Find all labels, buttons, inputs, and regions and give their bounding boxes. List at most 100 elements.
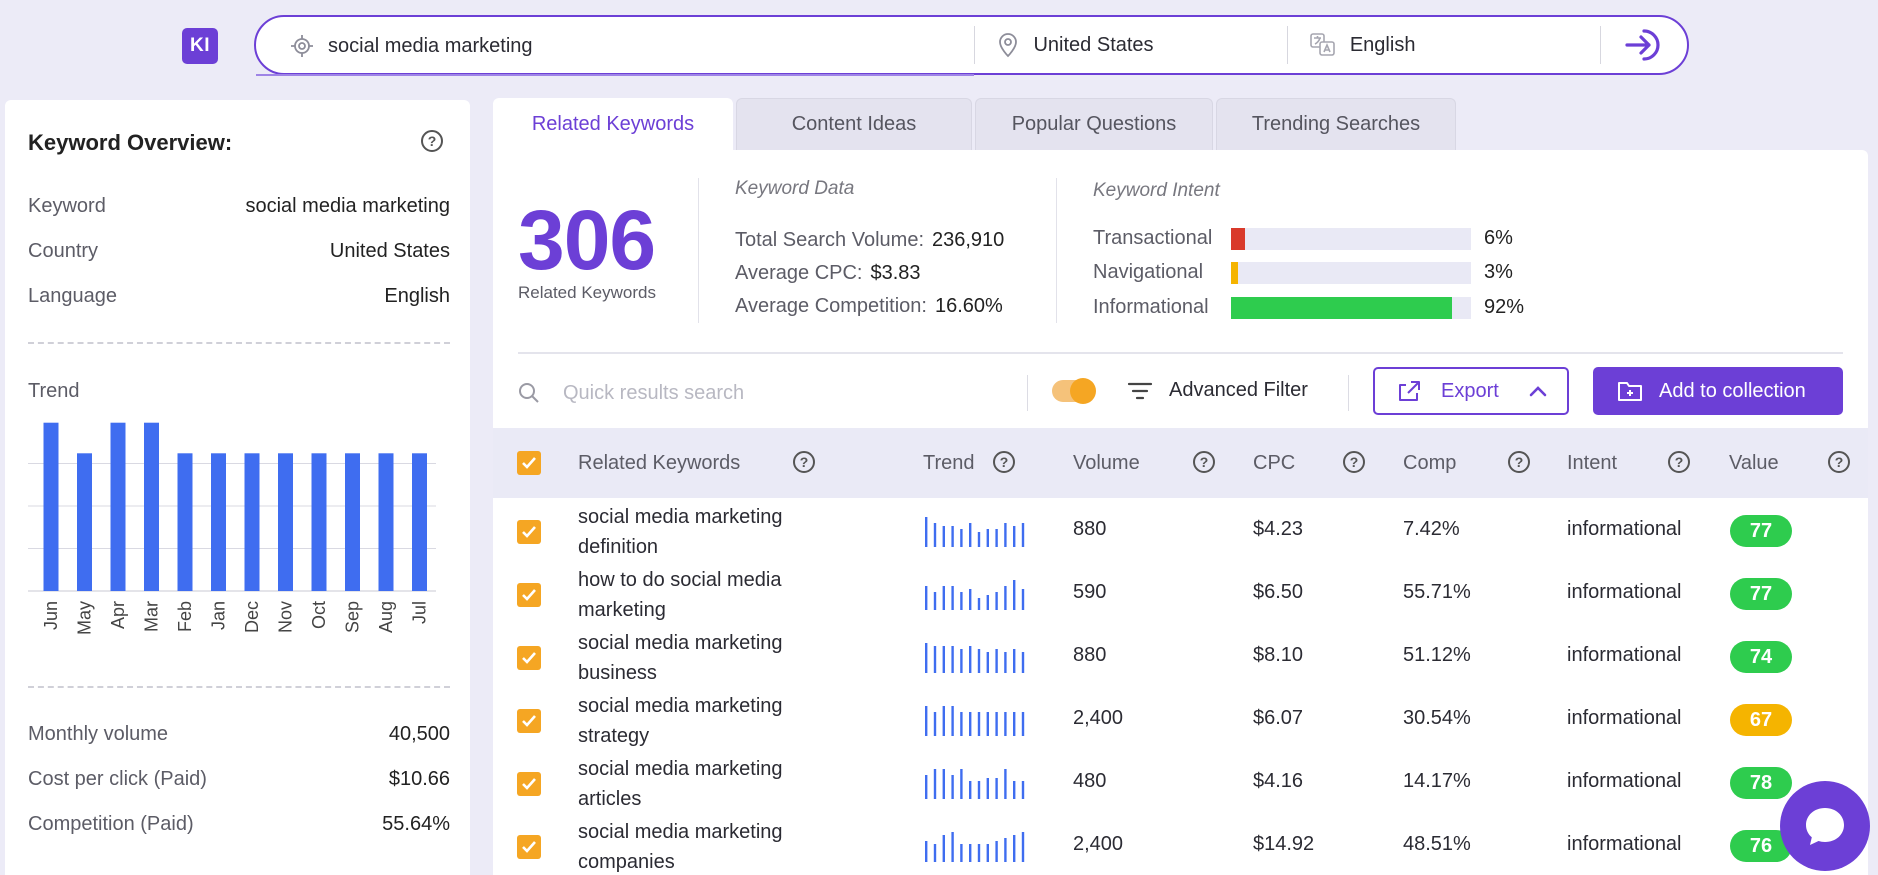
keyword-cell[interactable]: social media marketing strategy [578,691,828,751]
trend-month-label: Mar [142,601,162,632]
col-header-comp[interactable]: Comp [1403,452,1456,475]
row-checkbox[interactable] [517,520,541,544]
sparkline-bar [1021,589,1025,610]
stat-monthly-volume: Monthly volume 40,500 [28,723,450,746]
sparkline-bar [951,586,954,610]
table-row[interactable]: social media marketing strategy 2,400 $6… [493,689,1868,752]
help-icon[interactable]: ? [793,451,815,473]
trend-bar[interactable] [110,422,126,591]
sparkline-bar [1013,835,1016,862]
trend-bar[interactable] [211,453,226,591]
help-icon[interactable]: ? [1343,451,1365,473]
intent-cell: informational [1567,518,1682,540]
row-checkbox[interactable] [517,835,541,859]
sparkline-bar [925,643,928,673]
trend-bar[interactable] [177,453,193,591]
cpc-cell: $6.50 [1253,581,1304,603]
trend-bar[interactable] [311,453,327,591]
kd-label: Average CPC: [735,262,863,284]
kd-value: 236,910 [932,229,1005,251]
trend-sparkline [925,643,1025,673]
col-header-intent[interactable]: Intent [1567,452,1617,475]
col-header-trend[interactable]: Trend [923,452,975,475]
volume-cell: 880 [1073,518,1107,540]
trend-bar[interactable] [412,453,427,591]
language-field[interactable]: English [1288,17,1600,73]
sparkline-bar [933,712,937,736]
keyword-cell[interactable]: social media marketing definition [578,502,828,562]
keyword-cell[interactable]: social media marketing articles [578,754,828,814]
add-to-collection-button[interactable]: Add to collection [1593,367,1843,415]
country-field[interactable]: United States [975,17,1286,73]
language-value[interactable]: English [1350,34,1416,57]
table-row[interactable]: social media marketing business 880 $8.1… [493,626,1868,689]
cpc-cell: $4.16 [1253,770,1304,792]
keyword-cell[interactable]: how to do social media marketing [578,565,828,625]
trend-bar[interactable] [77,453,92,591]
keyword-input-value[interactable]: social media marketing [328,35,533,58]
col-header-related-keywords[interactable]: Related Keywords [578,452,740,475]
folder-plus-icon [1618,382,1642,401]
export-button[interactable]: Export [1373,367,1569,415]
country-value[interactable]: United States [1033,34,1153,57]
search-submit-button[interactable] [1601,17,1687,73]
tab-content-ideas[interactable]: Content Ideas [736,98,972,150]
volume-cell: 2,400 [1073,707,1124,729]
keyword-cell[interactable]: social media marketing companies [578,817,828,875]
intent-cell: informational [1567,770,1682,792]
col-header-volume[interactable]: Volume [1073,452,1140,475]
trend-bar[interactable] [244,453,260,591]
kd-value: 16.60% [934,295,1003,317]
tab-trending-searches[interactable]: Trending Searches [1216,98,1456,150]
comp-cell: 7.42% [1403,518,1460,540]
stat-value: 40,500 [388,723,450,745]
trend-bar[interactable] [43,422,59,591]
trend-month-label: May [75,601,95,635]
keyword-field[interactable]: social media marketing [256,18,975,76]
advanced-filter-button[interactable]: Advanced Filter [1127,379,1308,402]
keyword-line: business [578,662,657,684]
col-header-value[interactable]: Value [1729,452,1779,475]
total-search-volume: Total Search Volume: 236,910 [735,229,1004,252]
cpc-cell: $8.10 [1253,644,1304,666]
sparkline-bar [1021,652,1025,673]
row-checkbox[interactable] [517,709,541,733]
divider [518,352,1843,354]
check-icon [522,457,536,469]
table-row[interactable]: social media marketing companies 2,400 $… [493,815,1868,875]
sparkline-bar [969,712,972,736]
app-logo[interactable]: KI [182,28,218,64]
tab-related-keywords[interactable]: Related Keywords [493,98,733,150]
trend-bar[interactable] [345,453,360,591]
tab-popular-questions[interactable]: Popular Questions [975,98,1213,150]
help-icon[interactable]: ? [1508,451,1530,473]
select-all-checkbox[interactable] [517,451,541,475]
table-row[interactable]: social media marketing articles 480 $4.1… [493,752,1868,815]
trend-bar[interactable] [378,453,394,591]
row-checkbox[interactable] [517,772,541,796]
intent-bar-track [1231,296,1471,319]
help-icon[interactable]: ? [1193,451,1215,473]
intent-cell: informational [1567,581,1682,603]
sparkline-bar [986,844,989,862]
chat-widget-button[interactable] [1780,781,1870,871]
help-icon[interactable]: ? [421,130,443,152]
help-icon[interactable]: ? [993,451,1015,473]
col-header-cpc[interactable]: CPC [1253,452,1295,475]
help-icon[interactable]: ? [1828,451,1850,473]
trend-bar[interactable] [278,453,293,591]
help-icon[interactable]: ? [1668,451,1690,473]
intent-bar-fill [1231,296,1452,319]
keyword-cell[interactable]: social media marketing business [578,628,828,688]
trend-bar[interactable] [144,422,159,591]
table-row[interactable]: social media marketing definition 880 $4… [493,500,1868,563]
sparkline-bar [933,592,937,610]
filter-toggle[interactable] [1052,378,1096,404]
row-checkbox[interactable] [517,646,541,670]
row-checkbox[interactable] [517,583,541,607]
table-row[interactable]: how to do social media marketing 590 $6.… [493,563,1868,626]
check-icon [522,526,536,538]
intent-transactional: Transactional 6% [1093,227,1513,250]
quick-results-search-input[interactable] [563,375,993,411]
intent-percent: 3% [1484,261,1513,283]
